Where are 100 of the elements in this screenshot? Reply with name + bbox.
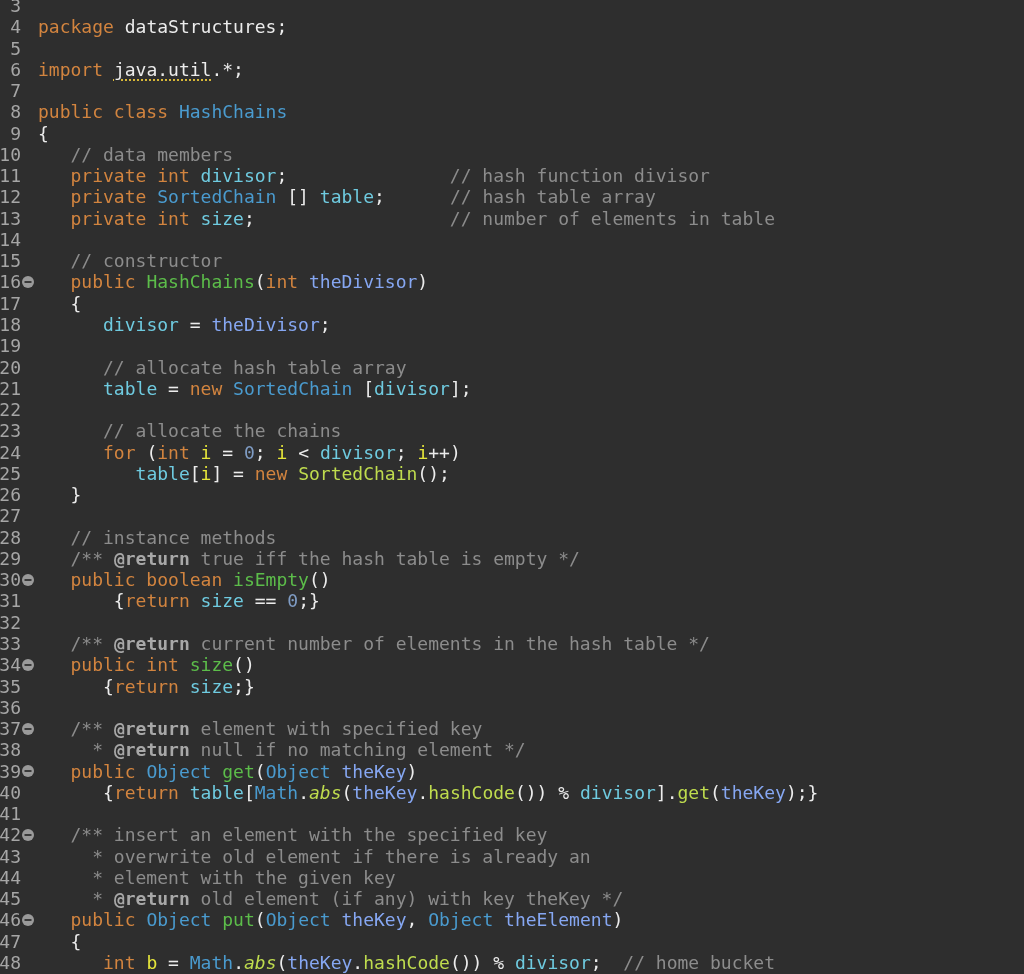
parameter-name: theKey [341,909,407,931]
line-number: 28 [0,526,21,548]
code-text: ( [276,951,288,973]
code-text: } [70,484,82,506]
code-text: { [103,675,114,697]
code-text: [ [189,462,201,484]
code-text: dataStructures; [124,16,288,38]
code-text: ) [417,271,429,293]
code-text: = [168,377,179,399]
code-text: ++) [428,441,461,463]
line-number: 22 [0,399,21,421]
parameter-name: theDivisor [308,271,418,293]
doc-comment: null if no matching element */ [200,739,526,761]
code-comment: // home bucket [623,951,776,973]
field-name: divisor [200,165,277,187]
code-comment: // number of elements in table [449,207,775,229]
variable-name: i [200,441,212,463]
line-number: 32 [0,611,21,633]
code-text: ; [395,441,407,463]
code-text: [ [243,781,255,803]
collapse-icon[interactable] [22,722,34,735]
doc-comment: /** insert an element with the specified key [70,824,548,846]
type-name: Object [265,760,331,782]
keyword: public class [38,101,169,123]
code-text: < [298,441,310,463]
code-text: ; [254,441,266,463]
doc-comment: true iff the hash table is empty */ [200,547,580,569]
line-number: 26 [0,484,21,506]
doc-tag: @return [113,547,190,569]
code-text: ; [276,165,288,187]
line-number: 47 [0,930,21,952]
collapse-icon[interactable] [22,658,34,671]
type-name: Object [265,909,331,931]
code-comment: // hash table array [449,186,656,208]
field-name: table [103,377,158,399]
code-text: . [417,781,429,803]
type-name: Math [254,781,299,803]
doc-comment: * element with the given key [92,866,396,888]
doc-tag: @return [113,888,190,910]
line-number: 14 [0,228,21,251]
line-number: 9 [10,122,21,144]
keyword: int [103,951,136,973]
collapse-icon[interactable] [22,829,34,841]
code-text: , [406,909,418,931]
code-text: [ [363,377,374,399]
code-comment: // allocate hash table array [103,356,407,378]
method-call: hashCode [363,951,450,973]
doc-comment: * [92,739,104,761]
variable-name: i [417,441,429,463]
code-text: );} [785,781,819,803]
type-name: Object [146,909,212,931]
line-number: 23 [0,420,21,442]
collapse-icon[interactable] [22,914,34,927]
line-number: 5 [10,37,21,59]
collapse-icon[interactable] [22,765,34,778]
line-number: 35 [0,675,21,697]
code-text: ()) % [514,781,570,803]
collapse-icon[interactable] [22,573,34,586]
code-text: ]; [449,377,472,399]
keyword: private int [70,165,190,187]
doc-comment: * overwrite old element if there is already an [92,845,591,867]
line-number: 44 [0,866,21,889]
method-name: get [222,760,255,782]
type-name: SortedChain [233,377,353,399]
keyword: public boolean [70,569,223,591]
keyword: return [124,590,190,612]
line-number: 8 [10,101,21,123]
variable-name: i [200,462,212,484]
method-call: hashCode [428,781,515,803]
line-number: 10 [0,143,21,166]
keyword: public [70,760,136,782]
parameter-name: theDivisor [211,314,320,335]
code-text: ( [341,781,353,803]
keyword: return [113,781,179,803]
doc-tag: @return [113,632,190,654]
keyword: int [265,271,299,293]
line-number: 41 [0,803,21,825]
number-literal: 0 [287,590,299,612]
method-call: abs [309,781,342,803]
code-text: ] = [211,462,244,484]
line-number: 34 [0,654,21,676]
field-name: divisor [579,781,656,803]
code-text: ; [590,951,602,973]
line-number: 20 [0,356,21,378]
code-text: ;} [233,675,255,697]
parameter-name: theKey [720,781,786,803]
keyword: public [70,909,136,931]
line-number: 17 [0,292,21,314]
line-number: 33 [0,632,21,655]
line-number: 18 [0,314,21,336]
field-name: table [319,186,374,208]
code-text: ) [406,760,418,782]
type-name: Object [428,909,494,931]
code-text: ()) % [449,951,505,973]
code-text: ( [254,909,266,931]
keyword: new [254,462,288,484]
line-number: 46 [0,909,21,931]
line-number: 15 [0,250,21,272]
collapse-icon[interactable] [22,276,34,289]
doc-comment: element with specified key [200,718,483,740]
